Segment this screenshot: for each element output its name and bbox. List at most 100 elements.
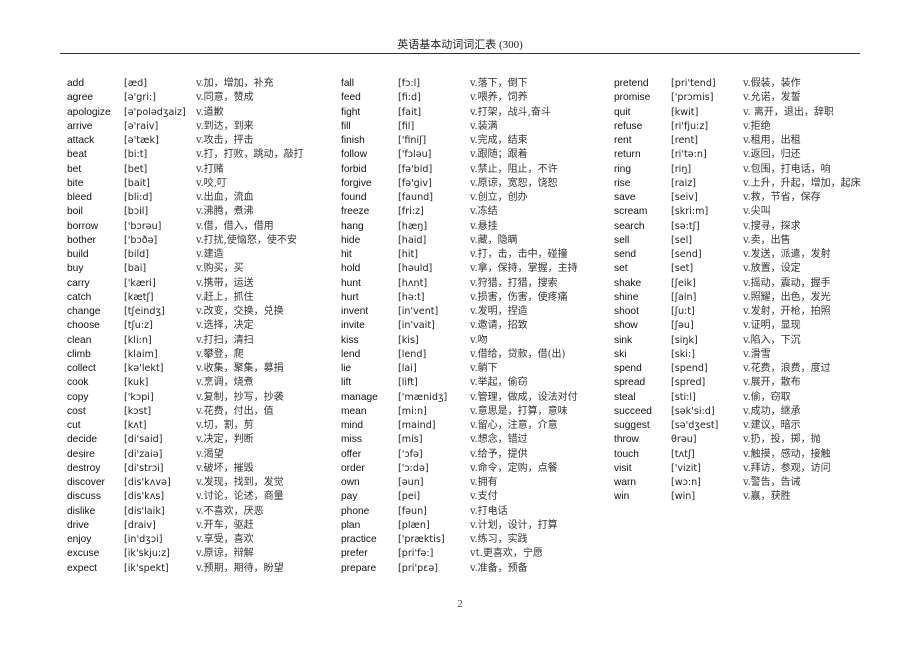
vocab-word: kiss [341, 334, 359, 346]
vocab-phonetic: [ik'skju:z] [124, 548, 170, 560]
vocab-word: borrow [67, 220, 99, 232]
vocab-meaning: v.打电话 [470, 505, 508, 517]
vocab-word: cook [67, 377, 89, 389]
vocab-phonetic: [set] [671, 263, 694, 275]
vocab-phonetic: [fəun] [398, 505, 427, 517]
vocab-meaning: v.打赌 [196, 163, 224, 175]
vocab-word: build [67, 249, 89, 260]
page-header-title: 英语基本动词词汇表 (300) [397, 39, 523, 51]
vocab-word: add [67, 78, 84, 89]
vocab-phonetic: [spred] [671, 377, 706, 389]
vocab-meaning: v.原谅，辩解 [196, 548, 254, 560]
vocab-word: mean [341, 405, 367, 417]
vocab-phonetic: [tʃeindʒ] [124, 306, 165, 317]
vocab-word: rent [614, 135, 632, 146]
vocab-word: show [614, 320, 638, 332]
vocab-word: discover [67, 477, 105, 488]
vocab-meaning: v.意思是，打算，意味 [470, 405, 568, 417]
vocab-phonetic: [rent] [671, 135, 698, 146]
vocab-word: clean [67, 334, 92, 346]
vocab-meaning: v.不喜欢，厌恶 [196, 505, 264, 517]
vocab-word: prefer [341, 548, 368, 560]
vocab-phonetic: [ə'tæk] [124, 135, 159, 146]
vocab-phonetic: [ik'spekt] [124, 562, 169, 574]
vocab-meaning: v.赢，获胜 [743, 491, 791, 503]
vocab-phonetic: [bɔil] [124, 206, 149, 218]
vocab-meaning: v.装满 [470, 120, 498, 132]
vocab-phonetic: [hʌnt] [398, 277, 428, 289]
vocab-word: practice [341, 534, 377, 545]
vocab-phonetic: ['kɔpi] [124, 391, 154, 403]
header-divider [60, 53, 860, 54]
vocab-phonetic: [plæn] [398, 519, 430, 531]
vocab-meaning: v.烹调，烧煮 [196, 377, 254, 389]
vocab-word: hit [341, 249, 352, 260]
vocab-word: offer [341, 448, 362, 460]
vocab-word: order [341, 462, 365, 474]
vocab-phonetic: [skri:m] [671, 206, 709, 218]
vocab-meaning: v.照耀，出色，发光 [743, 291, 831, 303]
vocab-meaning: v.借，借入，借用 [196, 220, 274, 232]
vocab-word: ring [614, 163, 631, 175]
vocab-word: mind [341, 420, 364, 431]
vocab-word: attack [67, 135, 95, 146]
vocab-word: finish [341, 135, 365, 146]
vocab-meaning: v.计划，设计，打算 [470, 519, 558, 531]
vocab-phonetic: ['bɔðə] [124, 234, 158, 246]
vocab-word: refuse [614, 120, 643, 132]
vocab-word: suggest [614, 420, 650, 431]
vocab-meaning: v.扔，投，掷，抛 [743, 434, 821, 446]
vocab-meaning: v.偷，窃取 [743, 391, 791, 403]
vocab-phonetic: [sel] [671, 234, 693, 246]
vocab-meaning: v.发射，开枪，拍照 [743, 306, 831, 317]
vocab-meaning: v.卖，出售 [743, 234, 791, 246]
vocab-meaning: v.警告，告诫 [743, 477, 801, 488]
vocab-word: succeed [614, 405, 652, 417]
vocab-meaning: v.决定，判断 [196, 434, 254, 446]
vocab-word: phone [341, 505, 370, 517]
vocab-word: fall [341, 78, 355, 89]
vocab-meaning: v.摇动，震动，握手 [743, 277, 831, 289]
vocab-word: invent [341, 306, 369, 317]
vocab-phonetic: [ə'gri:] [124, 92, 156, 104]
vocab-word: search [614, 220, 645, 232]
vocab-phonetic: [di'zaiə] [124, 448, 163, 460]
vocab-meaning: v.禁止，阻止，不许 [470, 163, 558, 175]
vocab-meaning: v.花费，付出，值 [196, 405, 274, 417]
vocab-meaning: v.打扰,使恼怒，使不安 [196, 234, 297, 246]
vocab-word: warn [614, 477, 637, 488]
vocab-word: agree [67, 92, 94, 104]
vocab-meaning: v.收集，聚集，募捐 [196, 363, 284, 374]
vocab-phonetic: ['ɔfə] [398, 448, 423, 460]
vocab-meaning: v.练习，实践 [470, 534, 528, 545]
vocab-phonetic: ['prɔmis] [671, 92, 714, 104]
vocab-meaning: v.成功，继承 [743, 405, 801, 417]
vocab-phonetic: [ri'tə:n] [671, 149, 707, 161]
vocab-phonetic: [klaim] [124, 348, 158, 360]
vocab-phonetic: [kli:n] [124, 334, 152, 346]
vocab-meaning: v.加，增加，补充 [196, 78, 274, 89]
vocab-word: desire [67, 448, 95, 460]
vocab-phonetic: [fə'giv] [398, 177, 432, 189]
vocab-meaning: v.赶上，抓住 [196, 291, 254, 303]
vocab-meaning: v.管理，做成，设法对付 [470, 391, 578, 403]
vocab-phonetic: [tʌtʃ] [671, 448, 695, 460]
vocab-phonetic: [in'vent] [398, 306, 439, 317]
vocab-word: collect [67, 363, 96, 374]
vocab-meaning: v.打架，战斗,奋斗 [470, 106, 551, 118]
vocab-phonetic: [kə'lekt] [124, 363, 164, 374]
vocab-phonetic: [mis] [398, 434, 423, 446]
vocab-meaning: v.破坏，摧毁 [196, 462, 254, 474]
vocab-phonetic: [sək'si:d] [671, 405, 715, 417]
vocab-phonetic: [fait] [398, 106, 422, 118]
vocab-phonetic: [hit] [398, 249, 418, 260]
vocab-phonetic: [dis'laik] [124, 505, 165, 517]
vocab-meaning: v.攀登，爬 [196, 348, 244, 360]
vocab-phonetic: ['præktis] [398, 534, 445, 545]
vocab-meaning: v.尖叫 [743, 206, 771, 218]
vocab-word: freeze [341, 206, 370, 218]
vocab-phonetic: [ski:] [671, 348, 695, 360]
vocab-meaning: v.沸腾，煮沸 [196, 206, 254, 218]
vocab-word: hide [341, 234, 361, 246]
vocab-phonetic: [raiz] [671, 177, 697, 189]
